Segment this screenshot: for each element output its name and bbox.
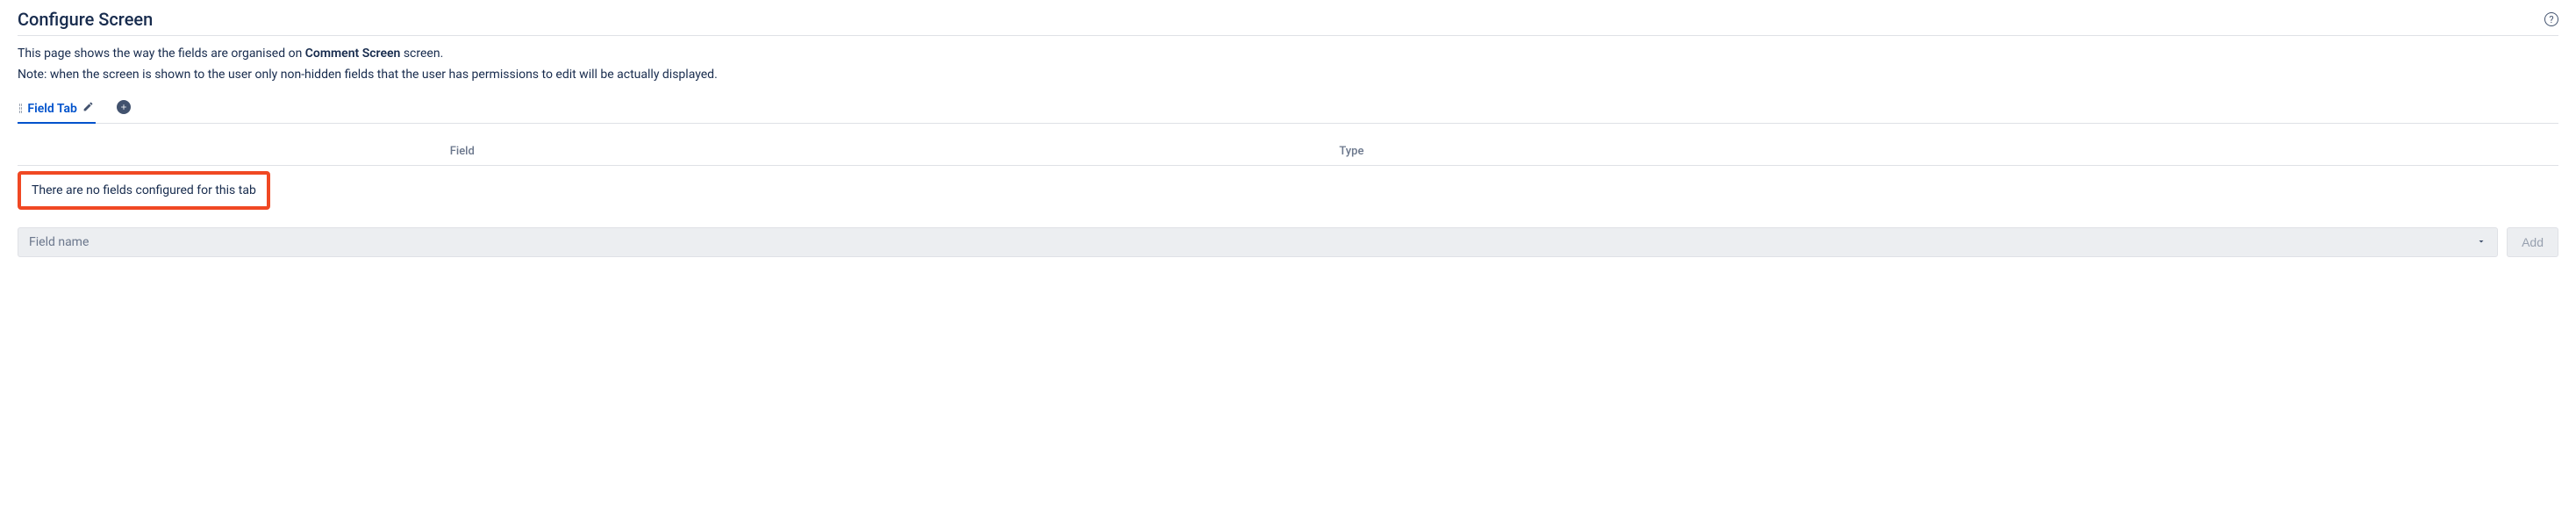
drag-handle-icon [19,104,22,113]
chevron-down-icon [2476,236,2487,249]
description-intro: This page shows the way the fields are o… [18,47,305,61]
add-button[interactable]: Add [2507,227,2558,257]
page-title: Configure Screen [18,9,153,30]
field-name-placeholder: Field name [29,235,89,249]
description-text: This page shows the way the fields are o… [18,47,2558,61]
note-text: Note: when the screen is shown to the us… [18,68,2558,82]
description-suffix: screen. [400,47,443,61]
add-field-row: Field name Add [18,227,2558,257]
empty-table-message: There are no fields configured for this … [18,171,270,210]
pencil-icon[interactable] [82,101,94,116]
tab-label: Field Tab [27,102,77,116]
tab-field-tab[interactable]: Field Tab [18,96,96,123]
table-header: Field Type [18,138,2558,166]
column-header-type: Type [907,138,1797,165]
field-name-select[interactable]: Field name [18,227,2498,257]
add-tab-button[interactable] [117,100,131,114]
help-icon[interactable]: ? [2544,12,2558,26]
screen-name: Comment Screen [305,47,401,61]
tabs-row: Field Tab [18,96,2558,124]
column-header-field: Field [18,138,907,165]
